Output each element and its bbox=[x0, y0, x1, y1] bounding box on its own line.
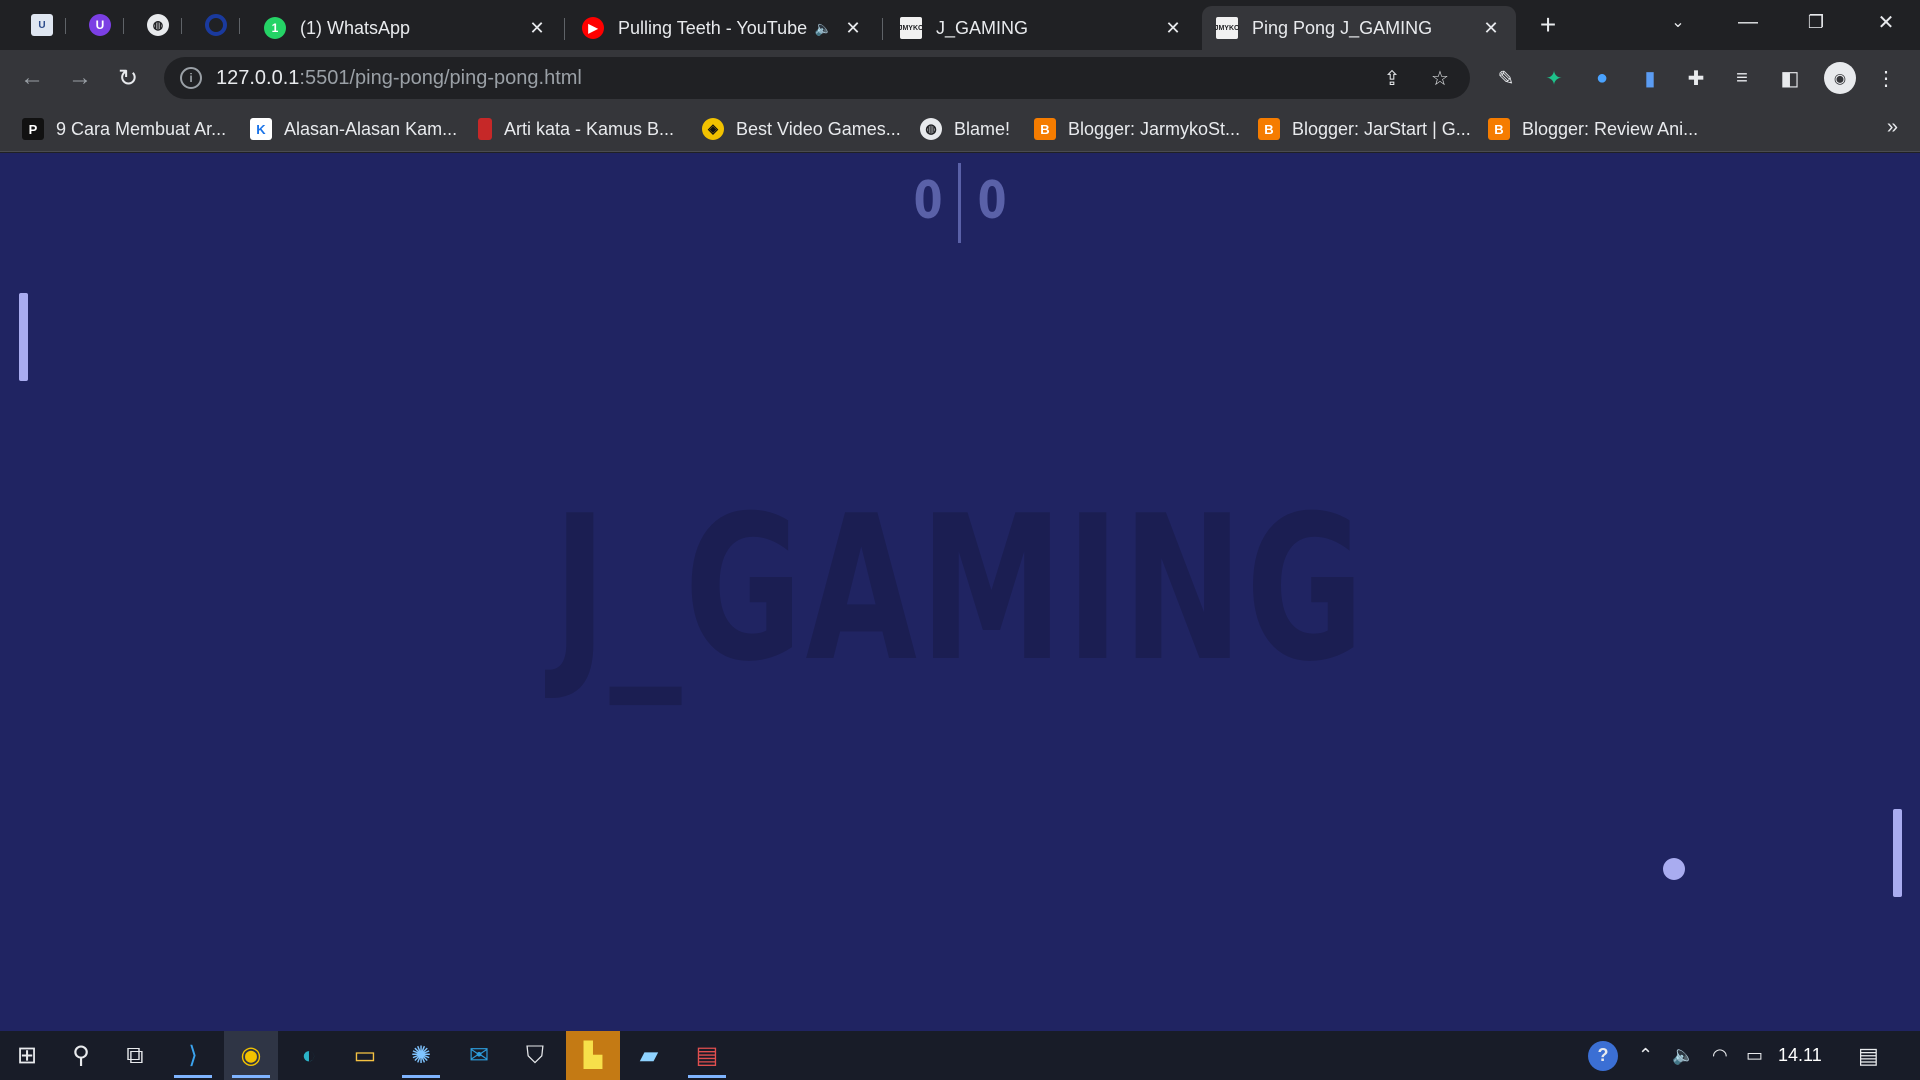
tab-search-icon[interactable]: ⌄ bbox=[1644, 0, 1712, 44]
speaker-icon[interactable]: 🔈 bbox=[815, 20, 832, 37]
bookmark-item[interactable]: B Blogger: JarStart | G... bbox=[1258, 114, 1471, 144]
edge-icon[interactable]: ◐ bbox=[282, 1031, 336, 1080]
tab-title: Pulling Teeth - YouTube bbox=[618, 17, 808, 38]
globe-icon: ◍ bbox=[920, 118, 942, 140]
address-bar[interactable]: i 127.0.0.1:5501/ping-pong/ping-pong.htm… bbox=[164, 57, 1470, 99]
new-tab-button[interactable]: + bbox=[1530, 9, 1566, 40]
ping-pong-canvas[interactable]: J_GAMING 0 0 bbox=[0, 153, 1920, 1031]
color-picker-extension-icon[interactable]: ✎ bbox=[1492, 64, 1520, 92]
reload-button[interactable]: ↻ bbox=[110, 60, 146, 96]
tab-ping-pong[interactable]: JMYKO Ping Pong J_GAMING ✕ bbox=[1202, 6, 1516, 50]
j-gaming-watermark: J_GAMING bbox=[553, 473, 1367, 706]
media-control-icon[interactable]: ≡ bbox=[1728, 64, 1756, 92]
right-score: 0 bbox=[977, 171, 1007, 231]
share-icon[interactable]: ⇪ bbox=[1380, 66, 1404, 90]
security-icon[interactable]: ⛉ bbox=[508, 1031, 562, 1080]
ball bbox=[1663, 858, 1685, 880]
close-icon[interactable]: ✕ bbox=[526, 17, 548, 39]
bookmark-item[interactable]: B Blogger: Review Ani... bbox=[1488, 114, 1698, 144]
tab-j-gaming[interactable]: JMYKO J_GAMING ✕ bbox=[886, 6, 1198, 50]
bookmarks-overflow-button[interactable]: » bbox=[1887, 116, 1898, 139]
jmyko-logo-icon: JMYKO bbox=[899, 17, 923, 39]
tray-chevron-icon[interactable]: ⌃ bbox=[1638, 1031, 1653, 1080]
pinned-tab-1[interactable]: U bbox=[18, 8, 66, 42]
globe-icon: ◍ bbox=[147, 14, 169, 36]
pinned-tab-2[interactable]: U bbox=[76, 8, 124, 42]
file-explorer-icon[interactable]: ▭ bbox=[338, 1031, 392, 1080]
back-button[interactable]: ← bbox=[14, 60, 50, 96]
k-logo-icon: K bbox=[250, 118, 272, 140]
close-icon[interactable]: ✕ bbox=[842, 17, 864, 39]
blogger-icon: B bbox=[1488, 118, 1510, 140]
battery-icon[interactable]: ▭ bbox=[1746, 1031, 1763, 1080]
bookmark-item[interactable]: ◈ Best Video Games... bbox=[702, 114, 901, 144]
bookmarks-bar: P 9 Cara Membuat Ar... K Alasan-Alasan K… bbox=[0, 106, 1920, 152]
paint-icon[interactable]: ✺ bbox=[394, 1031, 448, 1080]
cd-icon: ◈ bbox=[702, 118, 724, 140]
tab-whatsapp[interactable]: 1 (1) WhatsApp ✕ bbox=[250, 6, 562, 50]
tab-strip: U U ◍ 1 (1) WhatsApp ✕ ▶ Pulling Teeth -… bbox=[0, 0, 1920, 50]
task-view-icon[interactable]: ⧉ bbox=[108, 1031, 162, 1080]
bookmark-item[interactable]: ◍ Blame! bbox=[920, 114, 1010, 144]
close-icon[interactable]: ✕ bbox=[1480, 17, 1502, 39]
chrome-icon[interactable]: ◉ bbox=[224, 1031, 278, 1080]
clock[interactable]: 14.11 bbox=[1778, 1031, 1822, 1080]
right-paddle bbox=[1893, 809, 1902, 897]
bookmark-star-icon[interactable]: ☆ bbox=[1428, 66, 1452, 90]
hummingbird-extension-icon[interactable]: ✦ bbox=[1540, 64, 1568, 92]
earth-extension-icon[interactable]: ● bbox=[1588, 64, 1616, 92]
p-logo-icon: P bbox=[22, 118, 44, 140]
windows-taskbar: ⊞ ⚲ ⧉ ⟩ ◉ ◐ ▭ ✺ ✉ ⛉ ▙ ▰ ▤ ? ⌃ 🔈 ◠ ▭ 14.1… bbox=[0, 1031, 1920, 1080]
tab-title: Ping Pong J_GAMING bbox=[1252, 17, 1433, 38]
center-net bbox=[958, 163, 961, 243]
jmyko-logo-icon: JMYKO bbox=[1215, 17, 1239, 39]
restore-button[interactable]: ❐ bbox=[1782, 0, 1850, 44]
mail-icon[interactable]: ✉ bbox=[452, 1031, 506, 1080]
close-icon[interactable]: ✕ bbox=[1162, 17, 1184, 39]
url-text: 127.0.0.1:5501/ping-pong/ping-pong.html bbox=[216, 66, 582, 89]
youtube-icon: ▶ bbox=[582, 17, 604, 39]
tab-title: (1) WhatsApp bbox=[300, 17, 411, 38]
tab-youtube[interactable]: ▶ Pulling Teeth - YouTube 🔈 ✕ bbox=[568, 6, 878, 50]
bookmark-item[interactable]: B Blogger: JarmykoSt... bbox=[1034, 114, 1240, 144]
blogger-icon: B bbox=[1034, 118, 1056, 140]
left-paddle bbox=[19, 293, 28, 381]
pinned-tab-4[interactable] bbox=[192, 8, 240, 42]
forward-button[interactable]: → bbox=[62, 60, 98, 96]
tab-title: J_GAMING bbox=[936, 17, 1029, 38]
bookmark-item[interactable]: Arti kata - Kamus B... bbox=[478, 114, 674, 144]
browser-toolbar: ← → ↻ i 127.0.0.1:5501/ping-pong/ping-po… bbox=[0, 50, 1920, 106]
search-icon[interactable]: ⚲ bbox=[54, 1031, 108, 1080]
circle-logo-icon bbox=[205, 14, 227, 36]
wifi-icon[interactable]: ◠ bbox=[1712, 1031, 1728, 1080]
whatsapp-icon: 1 bbox=[264, 17, 286, 39]
notepad-icon[interactable]: ▰ bbox=[622, 1031, 676, 1080]
help-icon[interactable]: ? bbox=[1588, 1031, 1618, 1080]
profile-avatar[interactable]: ◉ bbox=[1824, 62, 1856, 94]
document-extension-icon[interactable]: ▮ bbox=[1636, 64, 1664, 92]
close-window-button[interactable]: ✕ bbox=[1852, 0, 1920, 44]
minimize-button[interactable]: — bbox=[1714, 0, 1782, 44]
book-icon bbox=[478, 118, 492, 140]
vscode-icon[interactable]: ⟩ bbox=[166, 1031, 220, 1080]
volume-icon[interactable]: 🔈 bbox=[1672, 1031, 1694, 1080]
bookmark-item[interactable]: P 9 Cara Membuat Ar... bbox=[22, 114, 226, 144]
pinned-tab-3[interactable]: ◍ bbox=[134, 8, 182, 42]
sticky-notes-icon[interactable]: ▙ bbox=[566, 1031, 620, 1080]
u-extension-icon: U bbox=[89, 14, 111, 36]
uncase-icon: U bbox=[31, 14, 53, 36]
bookmark-item[interactable]: K Alasan-Alasan Kam... bbox=[250, 114, 457, 144]
snipping-tool-icon[interactable]: ▤ bbox=[680, 1031, 734, 1080]
menu-kebab-icon[interactable]: ⋮ bbox=[1872, 64, 1900, 92]
notification-icon[interactable]: ▤ bbox=[1858, 1031, 1879, 1080]
left-score: 0 bbox=[913, 171, 943, 231]
side-panel-icon[interactable]: ◧ bbox=[1776, 64, 1804, 92]
blogger-icon: B bbox=[1258, 118, 1280, 140]
site-info-icon[interactable]: i bbox=[180, 67, 202, 89]
extensions-puzzle-icon[interactable]: ✚ bbox=[1682, 64, 1710, 92]
windows-start-icon[interactable]: ⊞ bbox=[0, 1031, 54, 1080]
